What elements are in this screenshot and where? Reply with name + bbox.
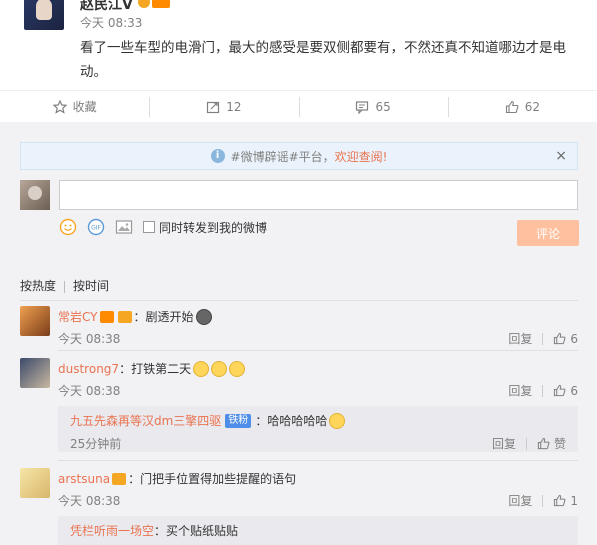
sub-like-label: 赞 [553, 437, 566, 451]
commenter-avatar[interactable] [20, 358, 50, 388]
post-time[interactable]: 今天 08:33 [80, 14, 142, 31]
sort-by-time-tab[interactable]: 按时间 [73, 277, 109, 294]
commenter-avatar[interactable] [20, 468, 50, 498]
commenter-name[interactable]: arstsuna [58, 472, 110, 486]
member-badge-icon [117, 310, 132, 323]
comment-text: ：打铁第二天 [119, 362, 192, 376]
sort-tabs: 按热度 按时间 [20, 277, 578, 301]
comment-actions: 回复 6 [508, 382, 578, 399]
reply-button[interactable]: 回复 [508, 382, 532, 399]
comment-divider [58, 350, 578, 351]
comments-panel: i #微博辟谣#平台， 欢迎查阅! × GIF 同时转发到我的微博 评论 按热度… [0, 122, 597, 545]
action-divider [542, 384, 544, 397]
vip-badge-icon [152, 0, 170, 8]
comment-item: dustrong7 ：打铁第二天 今天 08:38 回复 6 九五先森再等汉dm… [20, 358, 578, 458]
member-badge-icon [112, 472, 127, 485]
reply-button[interactable]: 回复 [508, 330, 532, 347]
comment-line: arstsuna ：门把手位置得加些提醒的语句 [58, 470, 296, 487]
repost-icon [207, 101, 220, 113]
submit-comment-button[interactable]: 评论 [517, 220, 579, 246]
forward-label[interactable]: 同时转发到我的微博 [159, 219, 267, 236]
emoji-icon [211, 360, 228, 377]
emoji-icon [329, 412, 346, 429]
sort-divider [64, 280, 66, 293]
post-text: 看了一些车型的电滑门，最大的感受是要双侧都要有，不然还真不知道哪边才是电动。 [80, 40, 566, 80]
comment-time: 今天 08:38 [58, 384, 121, 398]
comment-input[interactable] [59, 180, 578, 210]
notice-text[interactable]: #微博辟谣#平台， [231, 148, 335, 165]
comment-text: ：门把手位置得加些提醒的语句 [128, 472, 297, 486]
emoji-icon [229, 360, 246, 377]
sub-comment-line: 九五先森再等汉dm三擎四驱 铁粉 ：哈哈哈哈哈 [70, 412, 346, 429]
sub-reply-button[interactable]: 回复 [492, 435, 516, 452]
author-avatar[interactable] [24, 0, 64, 30]
post-action-bar: 收藏 12 65 62 [0, 90, 597, 122]
action-divider [542, 332, 544, 345]
commenter-name[interactable]: dustrong7 [58, 362, 119, 376]
comment-time: 今天 08:38 [58, 494, 121, 508]
repost-count: 12 [226, 99, 242, 114]
sub-comment-time: 25分钟前 [70, 437, 122, 451]
comment-actions: 回复 6 [508, 330, 578, 347]
action-divider [542, 494, 544, 507]
emoji-icon[interactable] [59, 218, 77, 236]
comment-item: 常岩CY ：剧透开始 今天 08:38 回复 6 [20, 306, 578, 350]
collect-label: 收藏 [72, 100, 97, 114]
comment-icon [356, 100, 369, 114]
verified-badge-icon [138, 0, 150, 8]
emoji-icon [193, 360, 210, 377]
comment-time: 今天 08:38 [58, 332, 121, 346]
comment-count: 65 [375, 99, 391, 114]
image-icon[interactable] [115, 218, 133, 236]
sub-comment-text: ：哈哈哈哈哈 [255, 414, 328, 428]
emoji-icon [195, 308, 212, 325]
like-count: 62 [524, 99, 541, 114]
fan-badge: 铁粉 [225, 413, 252, 428]
forward-checkbox[interactable] [143, 221, 155, 233]
like-button[interactable]: 62 [447, 91, 597, 122]
my-avatar [20, 180, 50, 210]
thumbs-up-icon[interactable] [553, 494, 566, 507]
thumbs-up-icon[interactable] [553, 332, 566, 345]
weibo-post: 赵民江V 今天 08:33 看了一些车型的电滑门，最大的感受是要双侧都要有，不然… [0, 0, 597, 90]
info-icon: i [210, 149, 225, 163]
repost-button[interactable]: 12 [149, 91, 298, 122]
reply-button[interactable]: 回复 [508, 492, 532, 509]
close-icon[interactable]: × [555, 148, 567, 164]
comment-item: arstsuna ：门把手位置得加些提醒的语句 今天 08:38 回复 1 凭栏… [20, 468, 578, 545]
star-icon [52, 99, 67, 114]
gif-icon[interactable]: GIF [87, 218, 105, 236]
composer-tools: GIF 同时转发到我的微博 [59, 218, 267, 236]
comment-like-count: 6 [570, 331, 578, 346]
thumbs-up-icon [505, 100, 519, 113]
commenter-name[interactable]: 常岩CY [58, 308, 98, 325]
notice-link[interactable]: 欢迎查阅! [335, 148, 388, 165]
comment-line: dustrong7 ：打铁第二天 [58, 360, 246, 377]
sub-comment-actions: 回复 赞 [492, 435, 566, 452]
sub-commenter-name[interactable]: 九五先森再等汉dm三擎四驱 [70, 412, 221, 429]
thumbs-up-icon[interactable] [537, 437, 550, 450]
author-name[interactable]: 赵民江V [80, 0, 133, 14]
comment-divider [58, 460, 578, 461]
rumor-notice-banner: i #微博辟谣#平台， 欢迎查阅! × [20, 142, 578, 170]
svg-text:GIF: GIF [91, 225, 101, 232]
comment-actions: 回复 1 [508, 492, 578, 509]
thumbs-up-icon[interactable] [553, 384, 566, 397]
sub-commenter-name[interactable]: 凭栏听雨一场空 [70, 522, 154, 539]
comment-line: 常岩CY ：剧透开始 [58, 308, 212, 325]
commenter-avatar[interactable] [20, 306, 50, 336]
comment-text: ：剧透开始 [133, 310, 194, 324]
vip-badge-icon [99, 310, 114, 323]
sub-comment-line: 凭栏听雨一场空 ：买个贴纸贴贴 [70, 522, 238, 539]
sub-comment-text: ：买个贴纸贴贴 [154, 524, 239, 538]
comment-like-count: 1 [570, 493, 578, 508]
sort-by-heat-tab[interactable]: 按热度 [20, 277, 56, 294]
sub-comment: 九五先森再等汉dm三擎四驱 铁粉 ：哈哈哈哈哈 25分钟前 回复 赞 [58, 406, 578, 452]
comment-button[interactable]: 65 [298, 91, 448, 122]
collect-button[interactable]: 收藏 [0, 91, 149, 122]
comment-like-count: 6 [570, 383, 578, 398]
action-divider [525, 437, 527, 450]
sub-comment: 凭栏听雨一场空 ：买个贴纸贴贴 [58, 516, 578, 545]
